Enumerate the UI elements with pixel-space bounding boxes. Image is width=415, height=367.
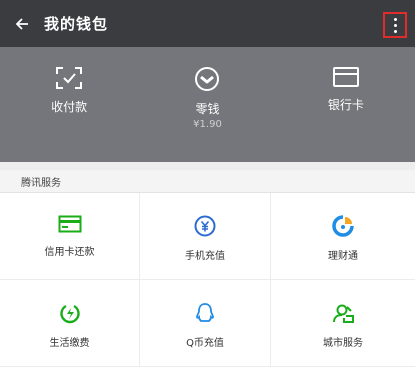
back-arrow-icon[interactable]: [0, 0, 44, 47]
section-separator: [0, 162, 415, 170]
service-label: 信用卡还款: [44, 247, 95, 258]
service-licaitong[interactable]: 理财通: [271, 193, 415, 280]
wallet-item-label: 收付款: [51, 100, 88, 114]
life-payment-icon: [59, 304, 80, 324]
credit-card-icon: [58, 215, 81, 233]
wallet-item-bank-card[interactable]: 银行卡: [277, 47, 415, 162]
qq-penguin-icon: [196, 303, 214, 322]
service-label: Q币充值: [186, 338, 224, 349]
section-heading: 腾讯服务: [0, 170, 415, 193]
card-icon: [332, 67, 359, 87]
licaitong-icon: [332, 215, 354, 237]
more-menu-button[interactable]: [383, 12, 407, 38]
wallet-item-label: 零钱: [195, 102, 220, 116]
city-service-icon: [333, 304, 354, 323]
wallet-item-change[interactable]: 零钱 ¥1.90: [138, 47, 276, 162]
services-grid: 信用卡还款 手机充值 理财通 生活缴费 Q币充值 城市服务: [0, 193, 415, 367]
more-vertical-icon: [393, 17, 397, 33]
page-title: 我的钱包: [44, 15, 109, 33]
top-bar: 我的钱包: [0, 0, 415, 47]
wallet-panel: 收付款 零钱 ¥1.90 银行卡: [0, 47, 415, 162]
service-q-coin-recharge[interactable]: Q币充值: [140, 280, 271, 367]
service-mobile-recharge[interactable]: 手机充值: [140, 193, 271, 280]
scan-check-icon: [56, 67, 83, 89]
service-label: 生活缴费: [49, 338, 90, 349]
wallet-item-receive-pay[interactable]: 收付款: [0, 47, 138, 162]
change-balance: ¥1.90: [193, 119, 222, 130]
coin-icon: [195, 67, 220, 91]
service-credit-card-repay[interactable]: 信用卡还款: [0, 193, 140, 280]
yuan-coin-icon: [194, 215, 216, 237]
wallet-item-label: 银行卡: [327, 98, 364, 112]
service-city-services[interactable]: 城市服务: [271, 280, 415, 367]
service-label: 城市服务: [323, 338, 363, 349]
service-life-payment[interactable]: 生活缴费: [0, 280, 140, 367]
service-label: 手机充值: [185, 251, 225, 262]
service-label: 理财通: [328, 251, 358, 262]
